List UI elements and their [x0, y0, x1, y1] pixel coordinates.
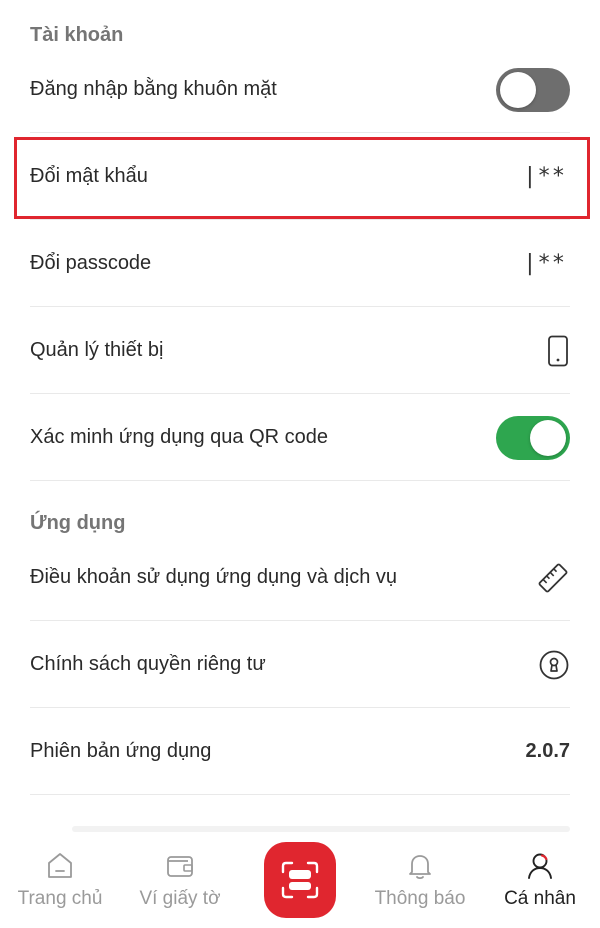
ruler-icon	[538, 563, 568, 592]
row-label-terms: Điều khoản sử dụng ứng dụng và dịch vụ	[30, 566, 398, 588]
row-label-device-management: Quản lý thiết bị	[30, 339, 164, 361]
row-label-change-password: Đổi mật khẩu	[30, 165, 148, 187]
scan-icon	[281, 861, 319, 899]
toggle-knob	[530, 419, 566, 456]
qr-verify-toggle[interactable]	[496, 415, 570, 460]
row-privacy[interactable]: Chính sách quyền riêng tư	[30, 622, 570, 708]
row-device-management[interactable]: Quản lý thiết bị	[30, 308, 570, 394]
nav-label-profile: Cá nhân	[504, 888, 576, 909]
phone-icon	[548, 335, 568, 366]
row-qr-verify[interactable]: Xác minh ứng dụng qua QR code	[30, 395, 570, 481]
nav-item-notifications[interactable]: Thông báo	[360, 832, 480, 928]
wallet-icon	[167, 856, 193, 877]
row-label-face-login: Đăng nhập bằng khuôn mặt	[30, 78, 277, 100]
nav-label-home: Trang chủ	[17, 888, 103, 909]
app-version-value: 2.0.7	[525, 740, 570, 762]
row-change-passcode[interactable]: Đổi passcode |**	[30, 221, 570, 307]
nav-item-profile[interactable]: Cá nhân	[480, 832, 600, 928]
row-label-qr-verify: Xác minh ứng dụng qua QR code	[30, 426, 329, 448]
row-face-login[interactable]: Đăng nhập bằng khuôn mặt	[30, 47, 570, 133]
nav-label-notifications: Thông báo	[374, 888, 466, 909]
home-icon	[48, 853, 72, 878]
user-icon	[528, 853, 552, 879]
face-login-toggle[interactable]	[496, 67, 570, 112]
row-change-password[interactable]: Đổi mật khẩu |**	[30, 134, 570, 220]
scan-button[interactable]	[264, 842, 336, 918]
section-title-app: Ứng dụng	[30, 512, 126, 534]
bell-icon	[409, 855, 431, 880]
section-title-account: Tài khoản	[30, 24, 124, 46]
toggle-knob	[500, 71, 536, 108]
passcode-mask-icon: |**	[523, 251, 566, 276]
row-label-app-version: Phiên bản ứng dụng	[30, 740, 212, 762]
nav-item-wallet[interactable]: Ví giấy tờ	[120, 832, 240, 928]
nav-item-home[interactable]: Trang chủ	[0, 832, 120, 928]
keyhole-icon	[539, 650, 569, 679]
row-label-change-passcode: Đổi passcode	[30, 252, 152, 274]
password-mask-icon: |**	[523, 164, 566, 189]
row-terms[interactable]: Điều khoản sử dụng ứng dụng và dịch vụ	[30, 535, 570, 621]
row-label-privacy: Chính sách quyền riêng tư	[30, 653, 266, 675]
nav-label-wallet: Ví giấy tờ	[139, 888, 221, 909]
row-app-version: Phiên bản ứng dụng 2.0.7	[30, 709, 570, 795]
